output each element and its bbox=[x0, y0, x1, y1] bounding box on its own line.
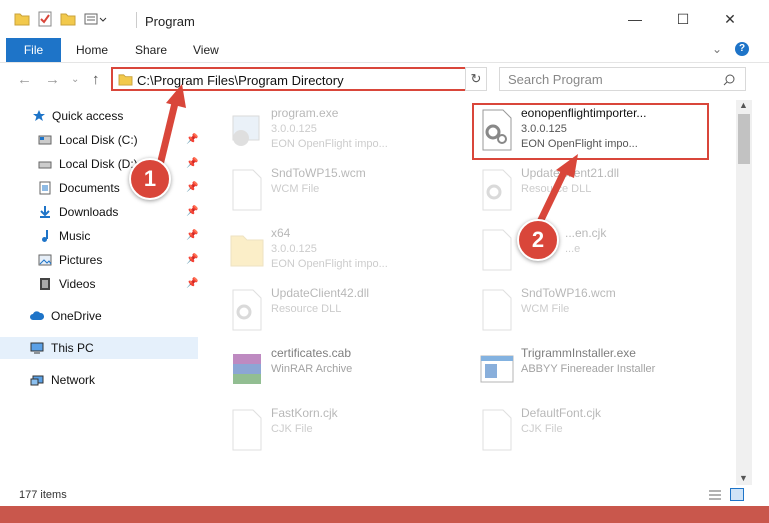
callout-badge-1: 1 bbox=[129, 158, 171, 200]
callout-badge-2: 2 bbox=[517, 219, 559, 261]
callout-arrow-2 bbox=[536, 166, 570, 224]
callout-arrows bbox=[156, 84, 578, 224]
callout-arrowhead-1 bbox=[166, 84, 186, 108]
explorer-window: Program — ☐ ✕ File Home Share View ⌄ ? ←… bbox=[0, 0, 769, 523]
callout-arrow-1 bbox=[156, 98, 180, 166]
